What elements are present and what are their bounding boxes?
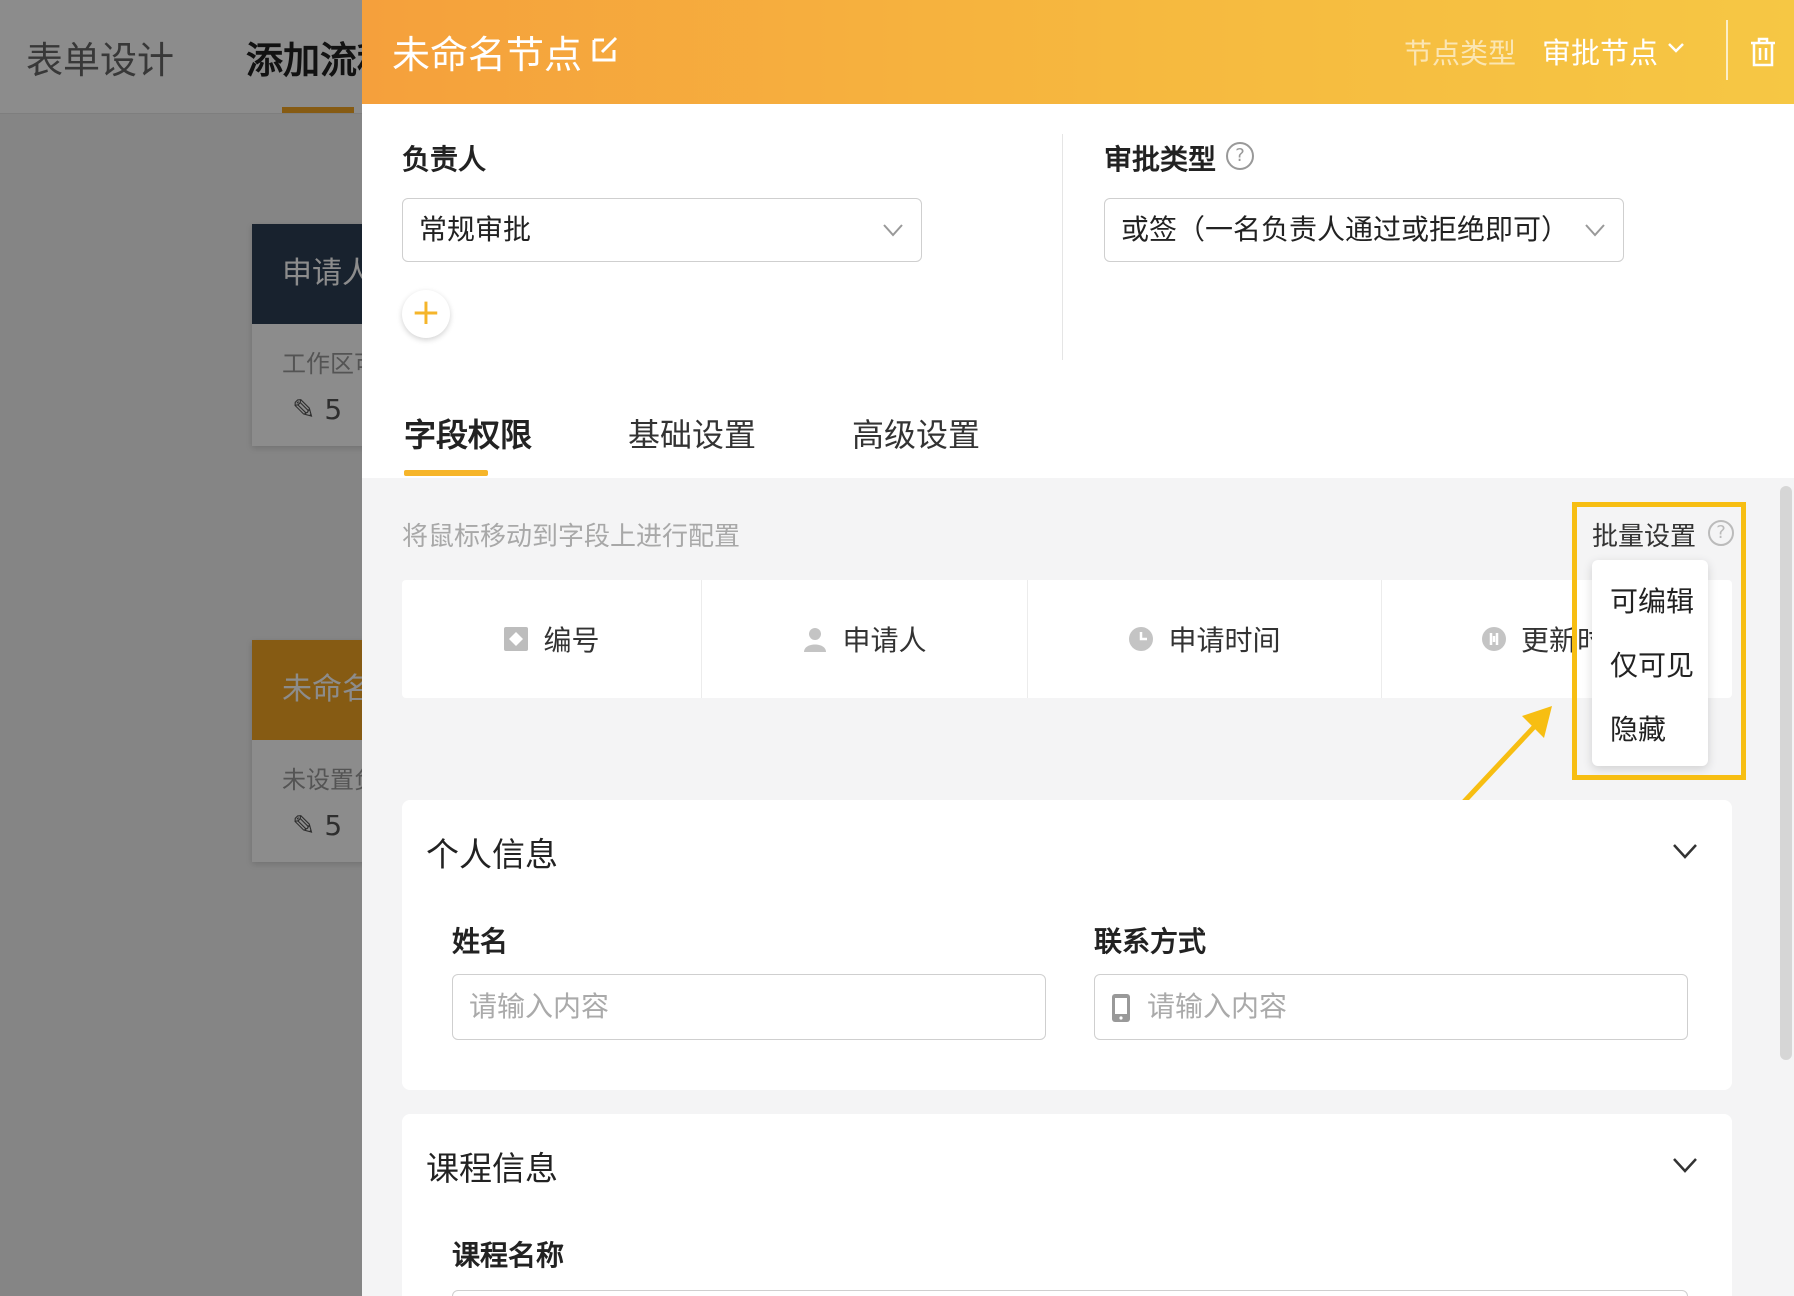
clock-icon — [1129, 627, 1154, 651]
system-field-label: 申请时间 — [1168, 624, 1281, 657]
header-divider — [1726, 20, 1728, 80]
section-personal-info: 个人信息 姓名 请输入内容 联系方式 请输入内容 — [402, 800, 1732, 1090]
scrollbar[interactable] — [1780, 486, 1792, 1060]
chevron-down-icon — [883, 224, 903, 237]
update-icon — [1481, 627, 1506, 651]
phone-icon — [1112, 994, 1130, 1022]
system-field-apply-time[interactable]: 申请时间 — [1028, 580, 1382, 698]
field-label-contact: 联系方式 — [1094, 925, 1207, 958]
tab-field-permissions[interactable]: 字段权限 — [404, 410, 532, 456]
chevron-down-icon[interactable] — [1672, 1156, 1698, 1174]
id-icon — [504, 627, 529, 651]
section-course-info: 课程信息 课程名称 — [402, 1114, 1732, 1296]
system-field-label: 申请人 — [842, 624, 927, 657]
section-title: 个人信息 — [426, 835, 558, 874]
approval-type-label: 审批类型 — [1104, 143, 1217, 176]
field-label-name: 姓名 — [452, 925, 509, 958]
node-settings-panel: 负责人 常规审批 + 审批类型 ? 或签（一名负责人通过或拒绝即可） 字段权限 … — [362, 104, 1794, 478]
tab-advanced-settings[interactable]: 高级设置 — [852, 410, 980, 456]
tab-basic-settings[interactable]: 基础设置 — [628, 410, 756, 456]
node-type-select[interactable]: 审批节点 — [1542, 30, 1658, 72]
chevron-down-icon[interactable] — [1672, 842, 1698, 860]
system-field-label: 编号 — [543, 624, 600, 657]
permissions-hint: 将鼠标移动到字段上进行配置 — [402, 522, 741, 552]
edit-icon[interactable] — [590, 34, 620, 64]
user-icon — [804, 628, 827, 652]
pointer-arrow-icon — [1458, 706, 1552, 808]
section-title: 课程信息 — [426, 1149, 558, 1188]
active-tab-underline — [404, 470, 488, 476]
node-settings-drawer: 未命名节点 节点类型 审批节点 负责人 常规审批 + 审批类型 ? 或签（一名负… — [362, 0, 1794, 1296]
system-field-applicant[interactable]: 申请人 — [702, 580, 1028, 698]
chevron-down-icon[interactable] — [1666, 38, 1686, 58]
chevron-down-icon — [1585, 224, 1605, 237]
owner-select[interactable]: 常规审批 — [402, 198, 922, 262]
owner-label: 负责人 — [402, 143, 487, 176]
panel-divider — [1062, 134, 1063, 360]
owner-select-value: 常规审批 — [419, 213, 532, 246]
system-fields-strip: 编号 申请人 申请时间 更新时间 — [402, 580, 1732, 698]
input-placeholder: 请输入内容 — [469, 990, 610, 1023]
trash-icon[interactable] — [1748, 36, 1778, 68]
approval-type-select-value: 或签（一名负责人通过或拒绝即可） — [1121, 213, 1570, 246]
add-owner-button[interactable]: + — [402, 290, 450, 338]
drawer-header: 未命名节点 节点类型 审批节点 — [362, 0, 1794, 104]
field-label-course-name: 课程名称 — [452, 1239, 565, 1272]
node-type-label: 节点类型 — [1404, 37, 1517, 70]
name-input[interactable]: 请输入内容 — [452, 974, 1046, 1040]
node-title[interactable]: 未命名节点 — [392, 24, 582, 79]
system-field-id[interactable]: 编号 — [402, 580, 702, 698]
approval-type-select[interactable]: 或签（一名负责人通过或拒绝即可） — [1104, 198, 1624, 262]
input-placeholder: 请输入内容 — [1147, 990, 1288, 1023]
course-name-input[interactable] — [452, 1290, 1688, 1296]
help-icon[interactable]: ? — [1226, 142, 1254, 170]
highlight-box — [1572, 502, 1746, 780]
contact-input[interactable]: 请输入内容 — [1094, 974, 1688, 1040]
